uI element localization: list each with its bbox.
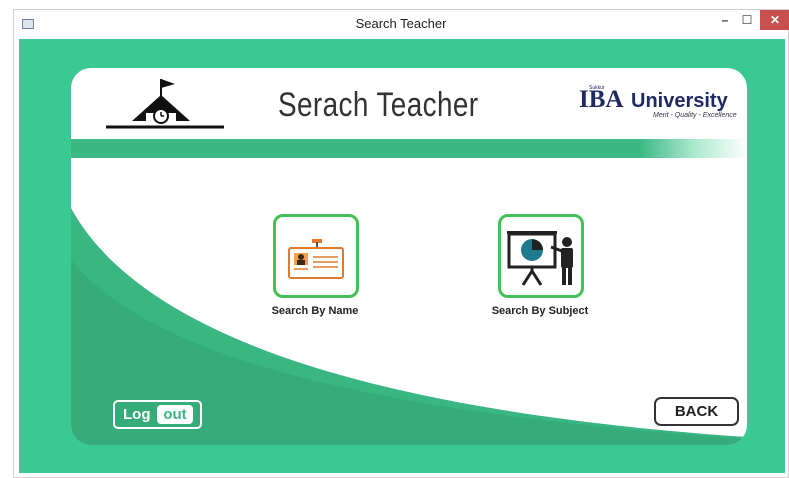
logo-tagline: Merit - Quality - Excellence (653, 112, 737, 119)
logo-brand: IBA (579, 86, 624, 113)
presentation-icon (507, 231, 573, 286)
logout-button[interactable]: Log out (113, 400, 202, 429)
school-icon (106, 79, 224, 129)
search-by-name-label[interactable]: Search By Name (230, 305, 400, 317)
id-card-icon (288, 239, 344, 279)
title-bar: Search Teacher – ☐ ✕ (14, 10, 789, 39)
search-by-name-button[interactable] (273, 214, 359, 298)
client-area: Serach Teacher Sukkur IBA University Mer… (19, 39, 785, 473)
logout-log-text: Log (123, 406, 151, 423)
page-title: Serach Teacher (278, 86, 479, 124)
window-title: Search Teacher (355, 16, 447, 31)
close-button[interactable]: ✕ (760, 10, 789, 30)
university-logo: Sukkur IBA University Merit - Quality - … (579, 85, 739, 125)
back-button[interactable]: BACK (654, 397, 739, 426)
app-window: Search Teacher – ☐ ✕ Serach Teacher Sukk… (13, 9, 789, 478)
search-by-subject-button[interactable] (498, 214, 584, 298)
logout-out-badge: out (157, 405, 193, 424)
logo-name: University (631, 90, 728, 112)
maximize-button[interactable]: ☐ (736, 10, 758, 30)
main-card: Serach Teacher Sukkur IBA University Mer… (71, 68, 747, 445)
search-by-subject-label[interactable]: Search By Subject (455, 305, 625, 317)
header-strip (71, 139, 747, 158)
minimize-button[interactable]: – (714, 10, 736, 30)
